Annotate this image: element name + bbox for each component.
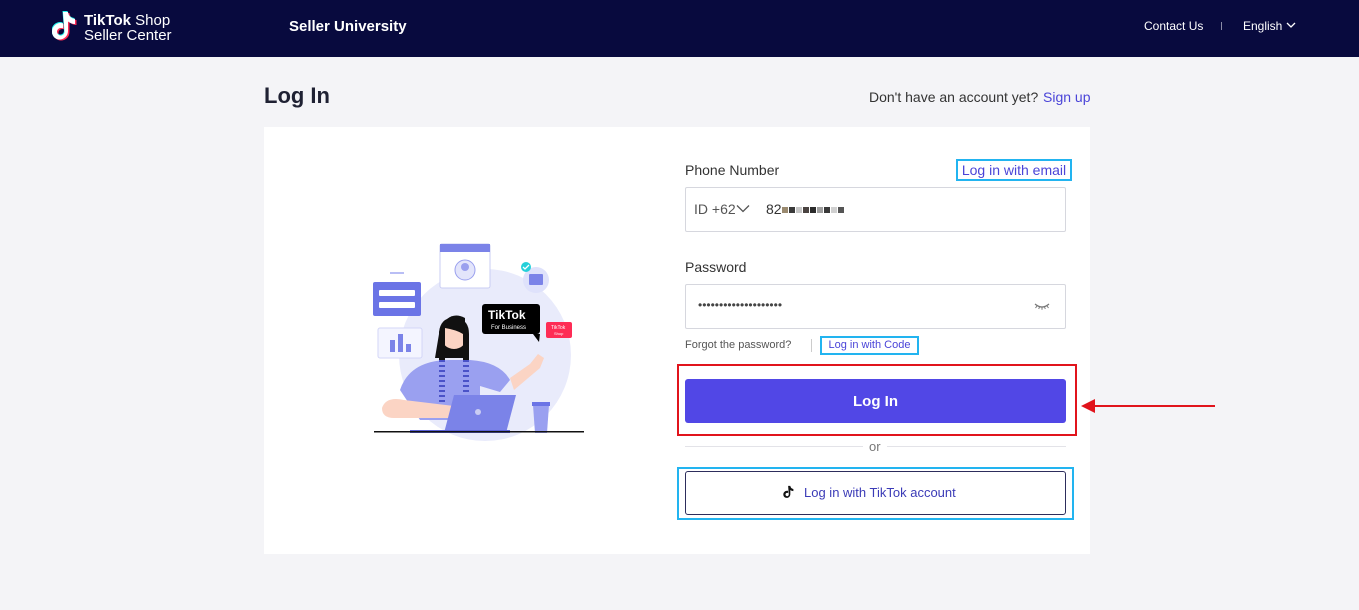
tiktok-button-label[interactable]: Log in with TikTok account [804, 485, 956, 500]
arrow-left-icon [1081, 399, 1215, 413]
signup-prompt: Don't have an account yet? [869, 89, 1039, 105]
page-title: Log In [264, 83, 330, 108]
or-divider-text: or [863, 439, 887, 454]
log-in-button[interactable]: Log In [685, 379, 1066, 423]
log-in-with-code-link[interactable]: Log in with Code [820, 336, 919, 355]
nav-contact-us[interactable]: Contact Us [1144, 19, 1203, 33]
phone-number-input[interactable]: 82 [766, 201, 782, 217]
language-selector[interactable]: English [1243, 19, 1282, 33]
eye-closed-icon[interactable] [1034, 301, 1050, 311]
chevron-down-icon[interactable] [736, 204, 750, 213]
top-navigation-bar: TikTok Shop Seller Center Seller Univers… [0, 0, 1359, 57]
svg-text:For Business: For Business [491, 325, 526, 331]
password-input[interactable]: •••••••••••••••••••• [698, 298, 782, 312]
nav-seller-university[interactable]: Seller University [289, 18, 407, 35]
forgot-password-link[interactable]: Forgot the password? [685, 339, 791, 351]
log-in-with-email-link[interactable]: Log in with email [956, 159, 1072, 181]
chevron-down-icon[interactable] [1286, 21, 1296, 29]
logo-text-line2: Seller Center [84, 27, 172, 44]
login-illustration: TikTok For Business TikTok Shop [373, 243, 584, 441]
tiktok-shop-logo[interactable]: TikTok Shop Seller Center [52, 10, 192, 46]
tiktok-logo-icon [52, 11, 77, 41]
redacted-phone-digits [782, 200, 854, 217]
sign-up-link[interactable]: Sign up [1043, 89, 1090, 105]
nav-divider [1221, 22, 1222, 30]
link-divider [811, 339, 812, 352]
tiktok-icon [783, 485, 794, 498]
country-code-selector[interactable]: ID +62 [694, 201, 736, 217]
svg-text:Shop: Shop [554, 331, 564, 336]
password-label: Password [685, 259, 747, 275]
phone-number-label: Phone Number [685, 162, 780, 178]
svg-text:TikTok: TikTok [488, 308, 526, 322]
